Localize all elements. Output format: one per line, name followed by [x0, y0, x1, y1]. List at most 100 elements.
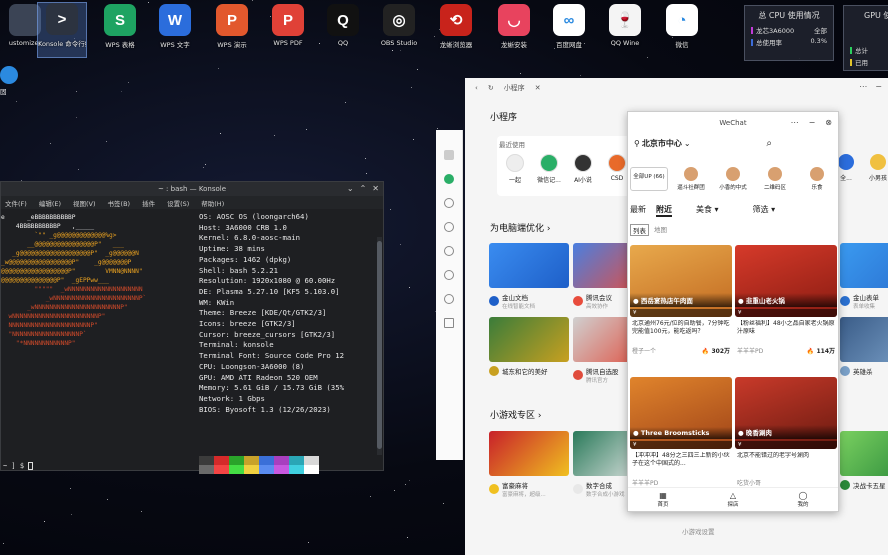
refresh-icon[interactable]: ↻ — [488, 84, 494, 92]
wechat-titlebar[interactable]: WeChat ⋯ − ⊗ — [628, 112, 838, 134]
menu-item[interactable]: 插件 — [142, 198, 155, 208]
shell-prompt[interactable]: ~ ] $ — [3, 462, 34, 470]
gpu-row-label: 总计 — [855, 47, 868, 55]
more-icon[interactable]: ⋯ — [791, 118, 799, 127]
feed-card[interactable]: ● 韭重山老火锅 ¥ — [735, 245, 837, 317]
desktop-icon[interactable]: > Konsole 命令行终端 — [37, 2, 87, 58]
feed-card-title: ● 西岳宴热店午肉面 — [630, 293, 732, 307]
ascii-line: 4BBBBBBBBBBP ,_____ — [1, 223, 95, 230]
desktop-icon[interactable]: ◡ 龙蜥安装 — [489, 4, 539, 49]
menu-item[interactable]: 文件(F) — [5, 198, 27, 208]
feed-tab[interactable]: 最新 — [630, 204, 646, 217]
miniprogram-tab[interactable]: 小程序 — [504, 83, 525, 93]
feed-tab[interactable]: 附近 — [656, 204, 672, 217]
minigame-settings-link[interactable]: 小游戏设置 — [682, 526, 715, 536]
bottom-nav-label: 首页 — [657, 502, 669, 508]
category-avatar — [768, 167, 782, 181]
close-icon[interactable]: ✕ — [372, 184, 379, 193]
star — [307, 542, 309, 544]
maximize-icon[interactable]: ⌃ — [360, 184, 367, 193]
desktop-icon[interactable]: Q QQ — [318, 4, 368, 47]
terminal-scrollbar[interactable] — [377, 237, 382, 455]
scrollbar-thumb[interactable] — [377, 241, 382, 449]
close-icon[interactable]: ⊗ — [825, 118, 832, 127]
desktop-icon[interactable]: ◔ 微信 — [657, 4, 707, 49]
feed-likes: 🔥 114万 — [806, 348, 835, 355]
menu-item[interactable]: 书签(B) — [108, 198, 131, 208]
recent-app[interactable]: 小男孩 — [865, 154, 888, 182]
location-bar[interactable]: ⚲ 北京市中心 ⌄ ⌕ — [628, 134, 838, 153]
category-item[interactable]: 小香的中式 — [714, 167, 752, 191]
menu-icon[interactable] — [444, 318, 454, 328]
ascii-line: "*NNNNNNNNNNNNP" — [1, 340, 76, 347]
bottom-nav-item[interactable]: △ 探店 — [727, 488, 738, 511]
back-icon[interactable]: ‹ — [475, 84, 478, 92]
recent-app[interactable]: 一起 — [503, 154, 527, 184]
more-icon[interactable]: ⋯ — [859, 82, 867, 91]
miniprogram-card[interactable]: 决战卡五星 — [840, 431, 888, 490]
view-toggle[interactable]: 列表 — [630, 224, 649, 236]
terminal-titlebar[interactable]: ~ : bash — Konsole ⌄ ⌃ ✕ — [1, 182, 383, 196]
category-item[interactable]: 全部UP (66) — [630, 167, 668, 191]
feed-card[interactable]: ● Three Broomsticks ¥ — [630, 377, 732, 449]
minimize-icon[interactable]: − — [875, 82, 882, 91]
search-icon[interactable] — [444, 294, 454, 304]
category-item[interactable]: 逼斗社群团 — [672, 167, 710, 191]
desktop-icon[interactable]: P WPS 演示 — [207, 4, 257, 49]
category-item[interactable]: 乐食 — [798, 167, 836, 191]
menu-item[interactable]: 设置(S) — [167, 198, 189, 208]
miniprogram-card[interactable]: 金山表单 表单收集 — [840, 243, 888, 310]
star — [306, 128, 308, 130]
cpu-usage-widget[interactable]: 总 CPU 使用情况 龙芯3A6000 全部 总使用率 0.3% — [744, 5, 834, 61]
bottom-nav-item[interactable]: ▦ 首页 — [657, 488, 668, 511]
desktop-icon-partial[interactable]: 固 — [0, 66, 22, 96]
terminal-output[interactable]: e _eBBBBBBBBBBP 4BBBBBBBBBBP ,_____ `"" … — [1, 209, 383, 474]
desktop-icon[interactable]: P WPS PDF — [263, 4, 313, 47]
category-item[interactable]: 二维码区 — [756, 167, 794, 191]
desktop-icon[interactable]: S WPS 表格 — [95, 4, 145, 49]
star — [121, 91, 123, 93]
menu-item[interactable]: 帮助(H) — [201, 198, 224, 208]
menu-item[interactable]: 编辑(E) — [39, 198, 61, 208]
recent-app[interactable]: CSD — [605, 154, 629, 184]
recent-app[interactable]: 微信记... — [537, 154, 561, 184]
feed-card[interactable]: ● 西岳宴热店午肉面 ¥ — [630, 245, 732, 317]
avatar[interactable] — [444, 150, 454, 160]
feed-description: 北京不能错过的老字号涮肉 — [737, 452, 810, 459]
feed-card[interactable]: ● 晚香涮肉 ¥ — [735, 377, 837, 449]
desktop-icon[interactable]: 🍷 QQ Wine — [600, 4, 650, 47]
minimize-icon[interactable]: − — [809, 118, 816, 127]
recent-app[interactable]: AI小说 — [571, 154, 595, 184]
minimize-icon[interactable]: ⌄ — [347, 184, 354, 193]
miniprogram-card[interactable]: 富豪麻将 富豪麻将，超级... — [489, 431, 569, 498]
gpu-usage-widget[interactable]: GPU 使用 总计已用 — [843, 5, 888, 71]
recent-app-label: 小男孩 — [868, 175, 887, 182]
miniprogram-titlebar[interactable]: ‹ ↻ 小程序 ✕ — [465, 78, 888, 98]
miniprogram-card[interactable]: 英雄杀 — [840, 317, 888, 376]
desktop-icon[interactable]: ⟲ 龙蜥浏览器 — [431, 4, 481, 49]
feed-tab[interactable]: 筛选 ▾ — [753, 204, 776, 217]
desktop-icon[interactable]: W WPS 文字 — [150, 4, 200, 49]
contacts-icon[interactable] — [444, 198, 454, 208]
desktop-icon[interactable]: ∞ 百度网盘 — [544, 4, 594, 49]
close-tab-icon[interactable]: ✕ — [535, 84, 541, 92]
miniprogram-card[interactable]: 金山文档 在线智能文档 — [489, 243, 569, 310]
desktop-icon[interactable]: ◎ OBS Studio — [374, 4, 424, 47]
bottom-nav-item[interactable]: ◯ 我的 — [797, 488, 808, 511]
view-toggle[interactable]: 地图 — [654, 224, 667, 236]
star — [16, 101, 18, 103]
moments-icon[interactable] — [444, 246, 454, 256]
chat-icon[interactable] — [444, 174, 454, 184]
wechat-title: WeChat — [719, 119, 747, 127]
feed-tab[interactable]: 美食 ▾ — [696, 204, 719, 217]
card-title: 腾讯自选股 — [586, 368, 619, 376]
channels-icon[interactable] — [444, 270, 454, 280]
info-value: 1462 (dpkg) — [238, 254, 292, 264]
konsole-window[interactable]: ~ : bash — Konsole ⌄ ⌃ ✕ 文件(F) 编辑(E) 视图(V)… — [0, 181, 384, 474]
menu-item[interactable]: 视图(V) — [73, 198, 96, 208]
search-icon[interactable]: ⌕ — [766, 138, 772, 149]
miniprogram-card[interactable]: 城东和它的美好 — [489, 317, 569, 376]
color-swatches-row2 — [199, 465, 319, 474]
legend-bar — [850, 46, 852, 54]
favorites-icon[interactable] — [444, 222, 454, 232]
